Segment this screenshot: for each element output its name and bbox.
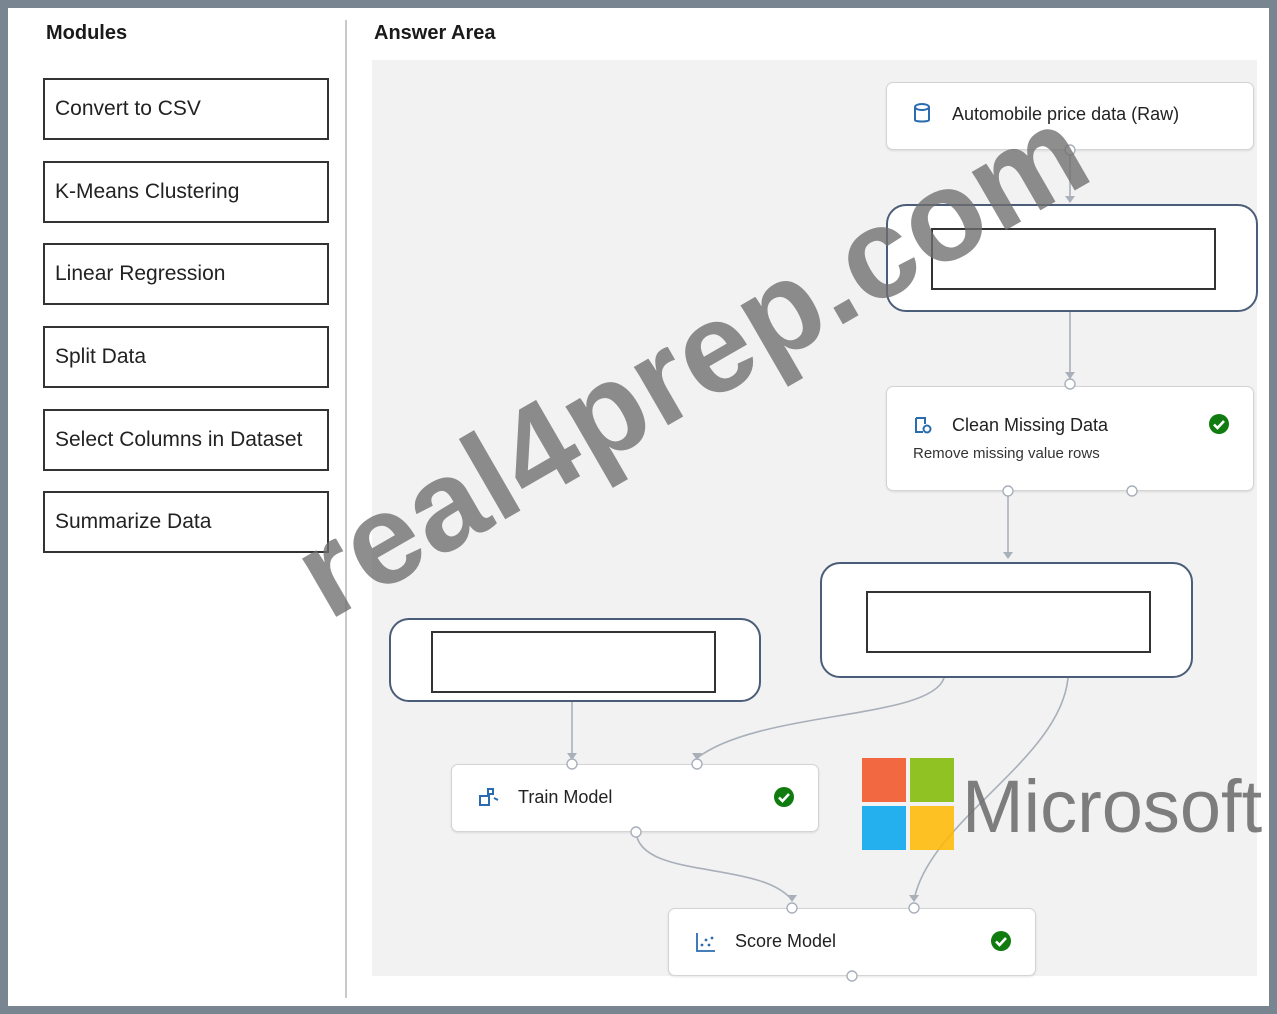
module-select-columns[interactable]: Select Columns in Dataset: [43, 409, 329, 471]
node-label: Score Model: [735, 931, 837, 951]
node-label: Train Model: [518, 787, 613, 807]
drop-target-3[interactable]: [431, 631, 716, 693]
node-automobile-price-data[interactable]: Automobile price data (Raw): [886, 82, 1254, 150]
node-score-model[interactable]: Score Model: [668, 908, 1036, 976]
module-k-means-clustering[interactable]: K-Means Clustering: [43, 161, 329, 223]
success-check-icon: [1209, 414, 1229, 434]
microsoft-logo: [862, 758, 954, 850]
modules-title: Modules: [46, 22, 128, 44]
microsoft-wordmark: Microsoft: [962, 765, 1263, 848]
module-label: Summarize Data: [55, 510, 212, 533]
logo-square-blue: [862, 806, 906, 850]
logo-square-green: [910, 758, 954, 802]
node-label: Clean Missing Data: [952, 415, 1109, 435]
answer-slot-1[interactable]: [886, 204, 1258, 312]
node-sublabel: Remove missing value rows: [913, 445, 1100, 462]
module-split-data[interactable]: Split Data: [43, 326, 329, 388]
panel-divider: [345, 20, 347, 998]
module-label: Split Data: [55, 345, 147, 368]
module-convert-to-csv[interactable]: Convert to CSV: [43, 78, 329, 140]
answer-slot-2[interactable]: [820, 562, 1193, 678]
module-label: Linear Regression: [55, 262, 226, 285]
drop-target-1[interactable]: [931, 228, 1216, 290]
clean-data-icon: [915, 417, 932, 434]
module-label: K-Means Clustering: [55, 180, 240, 203]
success-check-icon: [774, 787, 794, 807]
answer-area-title: Answer Area: [374, 22, 496, 44]
logo-square-yellow: [910, 806, 954, 850]
module-summarize-data[interactable]: Summarize Data: [43, 491, 329, 553]
node-train-model[interactable]: Train Model: [451, 764, 819, 832]
success-check-icon: [991, 931, 1011, 951]
drop-target-2[interactable]: [866, 591, 1151, 653]
node-label: Automobile price data (Raw): [952, 104, 1180, 124]
train-model-icon: [479, 788, 499, 806]
score-model-icon: [696, 933, 715, 952]
node-clean-missing-data[interactable]: Clean Missing Data Remove missing value …: [886, 386, 1254, 491]
module-linear-regression[interactable]: Linear Regression: [43, 243, 329, 305]
answer-slot-3[interactable]: [389, 618, 761, 702]
module-label: Convert to CSV: [55, 97, 201, 120]
logo-square-red: [862, 758, 906, 802]
module-label: Select Columns in Dataset: [55, 428, 303, 451]
database-icon: [914, 103, 930, 123]
